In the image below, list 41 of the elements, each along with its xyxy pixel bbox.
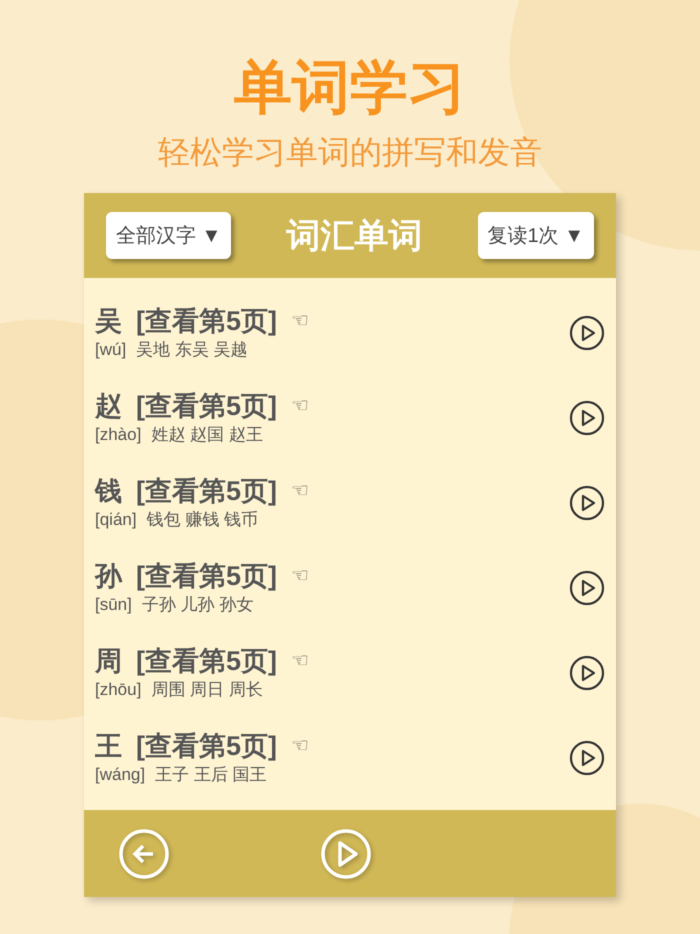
word-character: 孙 — [95, 560, 122, 592]
play-icon[interactable] — [569, 570, 605, 606]
example-words: 王子 王后 国王 — [155, 764, 267, 786]
word-character: 王 — [95, 730, 122, 762]
word-character: 钱 — [95, 474, 122, 508]
page-link[interactable]: [查看第5页] — [136, 304, 277, 338]
play-icon[interactable] — [569, 400, 605, 436]
play-icon[interactable] — [569, 314, 605, 350]
pinyin: [wáng] — [95, 764, 146, 786]
example-words: 吴地 东吴 吴越 — [136, 338, 248, 360]
example-words: 子孙 儿孙 孙女 — [142, 594, 254, 616]
pointing-hand: ☜ — [291, 478, 309, 504]
example-words: 钱包 赚钱 钱币 — [146, 508, 258, 530]
pointing-hand: ☜ — [291, 564, 309, 588]
page-link[interactable]: [查看第5页] — [136, 644, 277, 678]
play-icon[interactable] — [569, 740, 605, 776]
page-link[interactable]: [查看第5页] — [136, 474, 277, 508]
pointing-hand: ☜ — [291, 734, 309, 758]
example-words: 周围 周日 周长 — [151, 678, 263, 700]
screen-title: 词汇单词 — [286, 214, 422, 258]
subtitle: 轻松学习单词的拼写和发音 — [158, 133, 542, 172]
page-link[interactable]: [查看第5页] — [136, 558, 277, 592]
pinyin: [sūn] — [95, 594, 132, 616]
pointing-hand: ☜ — [291, 308, 309, 334]
pinyin: [zhōu] — [95, 678, 142, 700]
repeat-dropdown[interactable]: 复读1次 ▼ — [478, 212, 594, 259]
example-words: 姓赵 赵国 赵王 — [151, 424, 263, 446]
pointing-hand: ☜ — [291, 394, 309, 418]
word-character: 周 — [95, 644, 122, 678]
word-character: 赵 — [95, 390, 122, 422]
pointing-hand: ☜ — [291, 648, 309, 674]
page-link[interactable]: [查看第5页] — [136, 728, 277, 762]
pinyin: [zhào] — [95, 424, 142, 446]
pinyin: [qián] — [95, 508, 137, 530]
page-link[interactable]: [查看第5页] — [136, 388, 277, 422]
play-icon[interactable] — [569, 654, 605, 690]
play-icon[interactable] — [569, 484, 605, 520]
headline: 单词学习 — [234, 54, 466, 122]
filter-dropdown[interactable]: 全部汉字 ▼ — [106, 212, 232, 259]
word-character: 吴 — [95, 304, 122, 338]
pinyin: [wú] — [95, 338, 126, 360]
